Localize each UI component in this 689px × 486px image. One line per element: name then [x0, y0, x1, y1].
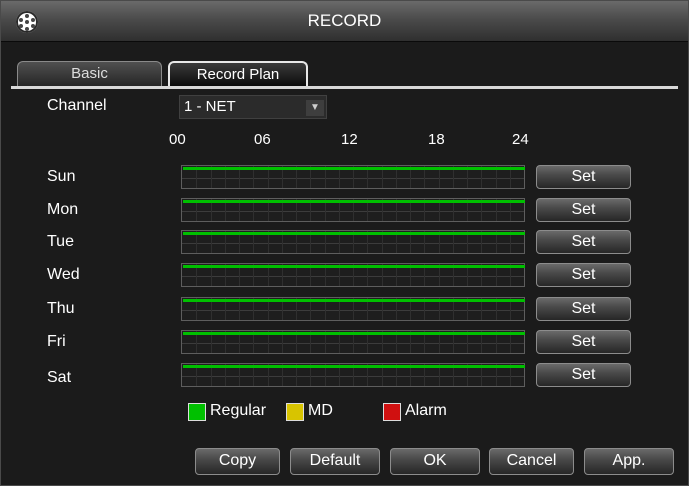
window-title: RECORD	[307, 11, 382, 30]
schedule-track[interactable]	[181, 297, 525, 321]
legend-label: Regular	[210, 402, 267, 419]
day-label: Mon	[47, 201, 79, 218]
channel-label: Channel	[47, 97, 107, 114]
day-label: Wed	[47, 266, 80, 283]
schedule-track[interactable]	[181, 330, 525, 354]
default-button[interactable]: Default	[290, 448, 380, 475]
set-button[interactable]: Set	[536, 363, 631, 387]
alarm-swatch	[383, 403, 401, 421]
schedule-track[interactable]	[181, 165, 525, 189]
tab-bar: Basic Record Plan	[11, 59, 678, 89]
schedule-track[interactable]	[181, 363, 525, 387]
cancel-button[interactable]: Cancel	[489, 448, 574, 475]
apply-button[interactable]: App.	[584, 448, 674, 475]
hour-label: 18	[428, 131, 445, 148]
channel-value: 1 - NET	[184, 98, 236, 115]
set-button[interactable]: Set	[536, 198, 631, 222]
chevron-down-icon[interactable]: ▼	[306, 100, 324, 116]
day-label: Thu	[47, 300, 75, 317]
regular-schedule-bar	[183, 299, 525, 302]
schedule-track[interactable]	[181, 263, 525, 287]
set-button[interactable]: Set	[536, 297, 631, 321]
set-button[interactable]: Set	[536, 230, 631, 254]
schedule-track[interactable]	[181, 198, 525, 222]
hour-label: 24	[512, 131, 529, 148]
md-swatch	[286, 403, 304, 421]
regular-swatch	[188, 403, 206, 421]
set-button[interactable]: Set	[536, 330, 631, 354]
ok-button[interactable]: OK	[390, 448, 480, 475]
regular-schedule-bar	[183, 265, 525, 268]
tab-basic[interactable]: Basic	[17, 61, 162, 86]
channel-select[interactable]: 1 - NET ▼	[179, 95, 327, 119]
legend-label: Alarm	[405, 402, 447, 419]
copy-button[interactable]: Copy	[195, 448, 280, 475]
record-window: RECORD Basic Record Plan Channel 1 - NET…	[0, 0, 689, 486]
day-label: Sat	[47, 369, 72, 386]
tab-record-plan[interactable]: Record Plan	[168, 61, 308, 86]
set-button[interactable]: Set	[536, 165, 631, 189]
schedule-track[interactable]	[181, 230, 525, 254]
regular-schedule-bar	[183, 332, 525, 335]
regular-schedule-bar	[183, 200, 525, 203]
hour-label: 00	[169, 131, 186, 148]
hour-label: 06	[254, 131, 271, 148]
regular-schedule-bar	[183, 365, 525, 368]
set-button[interactable]: Set	[536, 263, 631, 287]
day-label: Fri	[47, 333, 66, 350]
title-bar: RECORD	[1, 1, 688, 42]
regular-schedule-bar	[183, 232, 525, 235]
regular-schedule-bar	[183, 167, 525, 170]
day-label: Tue	[47, 233, 74, 250]
day-label: Sun	[47, 168, 76, 185]
hour-label: 12	[341, 131, 358, 148]
legend-label: MD	[308, 402, 333, 419]
